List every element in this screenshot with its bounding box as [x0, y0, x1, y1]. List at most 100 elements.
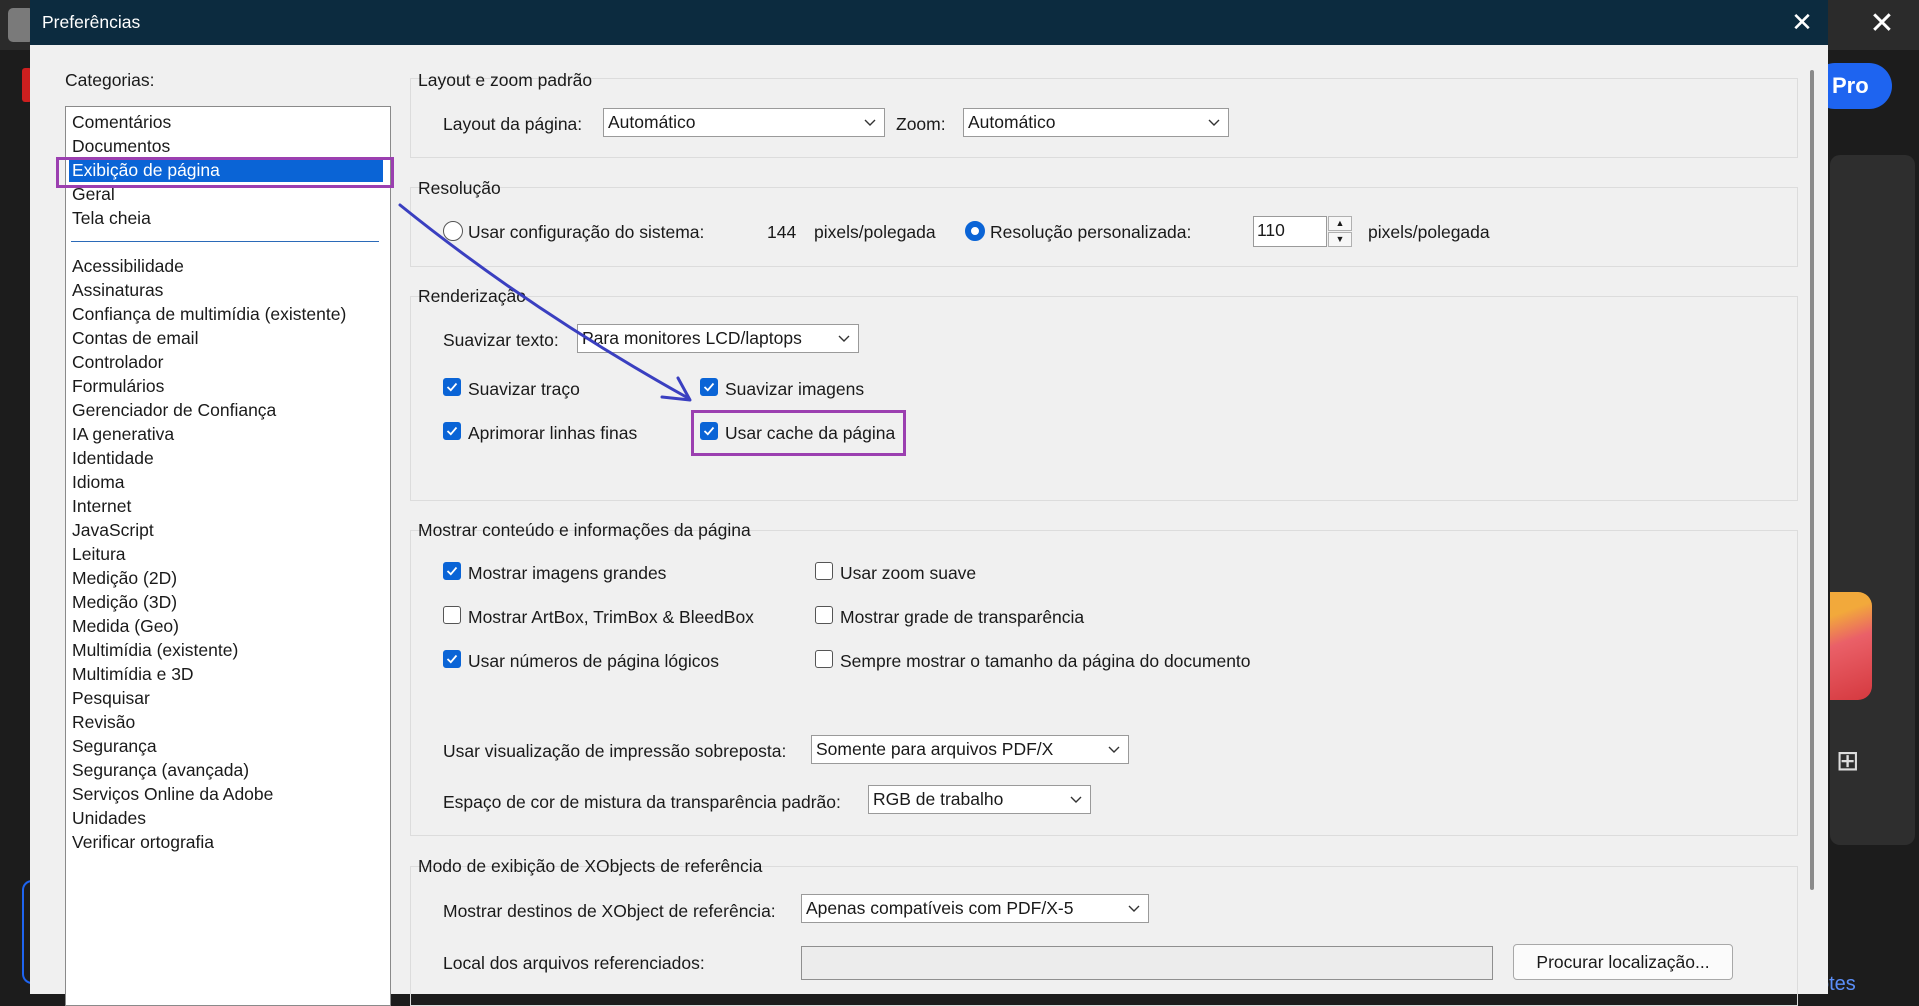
- blend-space-value: RGB de trabalho: [873, 789, 1004, 809]
- resolution-title: Resolução: [418, 178, 501, 198]
- category-item[interactable]: Leitura: [69, 542, 129, 566]
- custom-resolution-input[interactable]: 110: [1253, 216, 1327, 247]
- smooth-lines-checkbox[interactable]: [443, 378, 461, 396]
- custom-resolution-unit: pixels/polegada: [1368, 222, 1490, 242]
- background-side-panel: [1830, 155, 1915, 845]
- page-layout-value: Automático: [608, 112, 696, 132]
- transparency-grid-checkbox[interactable]: [815, 606, 833, 624]
- category-item[interactable]: Multimídia (existente): [69, 638, 241, 662]
- xobject-targets-select[interactable]: Apenas compatíveis com PDF/X-5: [801, 894, 1149, 923]
- xobject-targets-value: Apenas compatíveis com PDF/X-5: [806, 898, 1074, 918]
- enhance-thin-lines-label: Aprimorar linhas finas: [468, 423, 638, 443]
- category-item[interactable]: Revisão: [69, 710, 138, 734]
- category-item-selected[interactable]: Exibição de página: [69, 158, 383, 182]
- use-page-cache-checkbox[interactable]: [700, 422, 718, 440]
- zoom-label: Zoom:: [896, 114, 946, 134]
- category-item[interactable]: JavaScript: [69, 518, 157, 542]
- overprint-value: Somente para arquivos PDF/X: [816, 739, 1054, 759]
- chevron-down-icon: [864, 109, 876, 127]
- close-icon[interactable]: ✕: [1786, 6, 1818, 38]
- categories-label: Categorias:: [65, 70, 155, 90]
- blend-space-select[interactable]: RGB de trabalho: [868, 785, 1091, 814]
- category-item[interactable]: Medição (3D): [69, 590, 180, 614]
- show-boxes-label: Mostrar ArtBox, TrimBox & BleedBox: [468, 607, 754, 627]
- xobjects-title: Modo de exibição de XObjects de referênc…: [418, 856, 763, 876]
- use-page-cache-label: Usar cache da página: [725, 423, 896, 443]
- chevron-down-icon: [1108, 736, 1120, 754]
- chevron-down-icon: [838, 325, 850, 343]
- system-resolution-radio[interactable]: [443, 221, 463, 241]
- category-item[interactable]: Internet: [69, 494, 134, 518]
- category-item[interactable]: Acessibilidade: [69, 254, 187, 278]
- scrollbar-thumb[interactable]: [1810, 70, 1814, 890]
- category-item[interactable]: Tela cheia: [69, 206, 154, 230]
- enhance-thin-lines-checkbox[interactable]: [443, 422, 461, 440]
- category-item[interactable]: Documentos: [69, 134, 173, 158]
- category-item[interactable]: Assinaturas: [69, 278, 166, 302]
- show-boxes-checkbox[interactable]: [443, 606, 461, 624]
- category-item[interactable]: Geral: [69, 182, 118, 206]
- page-content-title: Mostrar conteúdo e informações da página: [418, 520, 751, 540]
- page-layout-label: Layout da página:: [443, 114, 583, 134]
- category-item[interactable]: Gerenciador de Confiança: [69, 398, 279, 422]
- category-item[interactable]: Controlador: [69, 350, 166, 374]
- logical-page-numbers-label: Usar números de página lógicos: [468, 651, 719, 671]
- category-item[interactable]: Medição (2D): [69, 566, 180, 590]
- grid-view-icon[interactable]: ⊞: [1836, 747, 1860, 775]
- category-item[interactable]: Identidade: [69, 446, 157, 470]
- files-location-input[interactable]: [801, 946, 1493, 980]
- spin-up-icon[interactable]: ▲: [1328, 216, 1352, 231]
- logical-page-numbers-checkbox[interactable]: [443, 650, 461, 668]
- files-location-label: Local dos arquivos referenciados:: [443, 953, 705, 973]
- layout-zoom-title: Layout e zoom padrão: [418, 70, 593, 90]
- smooth-zoom-label: Usar zoom suave: [840, 563, 977, 583]
- category-item[interactable]: Medida (Geo): [69, 614, 182, 638]
- categories-list[interactable]: Comentários Documentos Exibição de págin…: [65, 106, 391, 1006]
- spin-down-icon[interactable]: ▼: [1328, 232, 1352, 247]
- show-large-images-checkbox[interactable]: [443, 562, 461, 580]
- custom-resolution-radio[interactable]: [965, 221, 985, 241]
- always-show-page-size-checkbox[interactable]: [815, 650, 833, 668]
- overprint-label: Usar visualização de impressão sobrepost…: [443, 741, 787, 761]
- always-show-page-size-label: Sempre mostrar o tamanho da página do do…: [840, 651, 1251, 671]
- zoom-select[interactable]: Automático: [963, 108, 1229, 137]
- page-layout-select[interactable]: Automático: [603, 108, 885, 137]
- preferences-dialog: Preferências ✕ Categorias: Comentários D…: [30, 0, 1828, 1006]
- system-resolution-unit: pixels/polegada: [814, 222, 936, 242]
- transparency-grid-label: Mostrar grade de transparência: [840, 607, 1085, 627]
- xobject-targets-label: Mostrar destinos de XObject de referênci…: [443, 901, 776, 921]
- category-item[interactable]: Serviços Online da Adobe: [69, 782, 276, 806]
- category-item[interactable]: IA generativa: [69, 422, 177, 446]
- promo-graphic: [1830, 592, 1872, 700]
- browse-location-button[interactable]: Procurar localização...: [1513, 944, 1733, 980]
- overprint-select[interactable]: Somente para arquivos PDF/X: [811, 735, 1129, 764]
- category-item[interactable]: Unidades: [69, 806, 149, 830]
- category-item[interactable]: Segurança (avançada): [69, 758, 252, 782]
- system-resolution-value: 144: [767, 222, 797, 242]
- smooth-text-select[interactable]: Para monitores LCD/laptops: [577, 324, 859, 353]
- smooth-zoom-checkbox[interactable]: [815, 562, 833, 580]
- category-item[interactable]: Comentários: [69, 110, 174, 134]
- category-item[interactable]: Segurança: [69, 734, 160, 758]
- app-close-icon[interactable]: ✕: [1862, 8, 1902, 40]
- category-item[interactable]: Verificar ortografia: [69, 830, 217, 854]
- dialog-title: Preferências: [42, 12, 141, 32]
- blend-space-label: Espaço de cor de mistura da transparênci…: [443, 792, 841, 812]
- category-item[interactable]: Multimídia e 3D: [69, 662, 197, 686]
- smooth-lines-label: Suavizar traço: [468, 379, 580, 399]
- category-item[interactable]: Idioma: [69, 470, 128, 494]
- smooth-text-label: Suavizar texto:: [443, 330, 559, 350]
- smooth-images-label: Suavizar imagens: [725, 379, 865, 399]
- custom-resolution-label: Resolução personalizada:: [990, 222, 1192, 242]
- category-item[interactable]: Pesquisar: [69, 686, 153, 710]
- zoom-value: Automático: [968, 112, 1056, 132]
- chevron-down-icon: [1070, 786, 1082, 804]
- category-item[interactable]: Contas de email: [69, 326, 201, 350]
- chevron-down-icon: [1128, 895, 1140, 913]
- category-item[interactable]: Formulários: [69, 374, 167, 398]
- smooth-images-checkbox[interactable]: [700, 378, 718, 396]
- chevron-down-icon: [1208, 109, 1220, 127]
- category-item[interactable]: Confiança de multimídia (existente): [69, 302, 349, 326]
- rendering-title: Renderização: [418, 286, 526, 306]
- xobjects-group: [410, 866, 1798, 1006]
